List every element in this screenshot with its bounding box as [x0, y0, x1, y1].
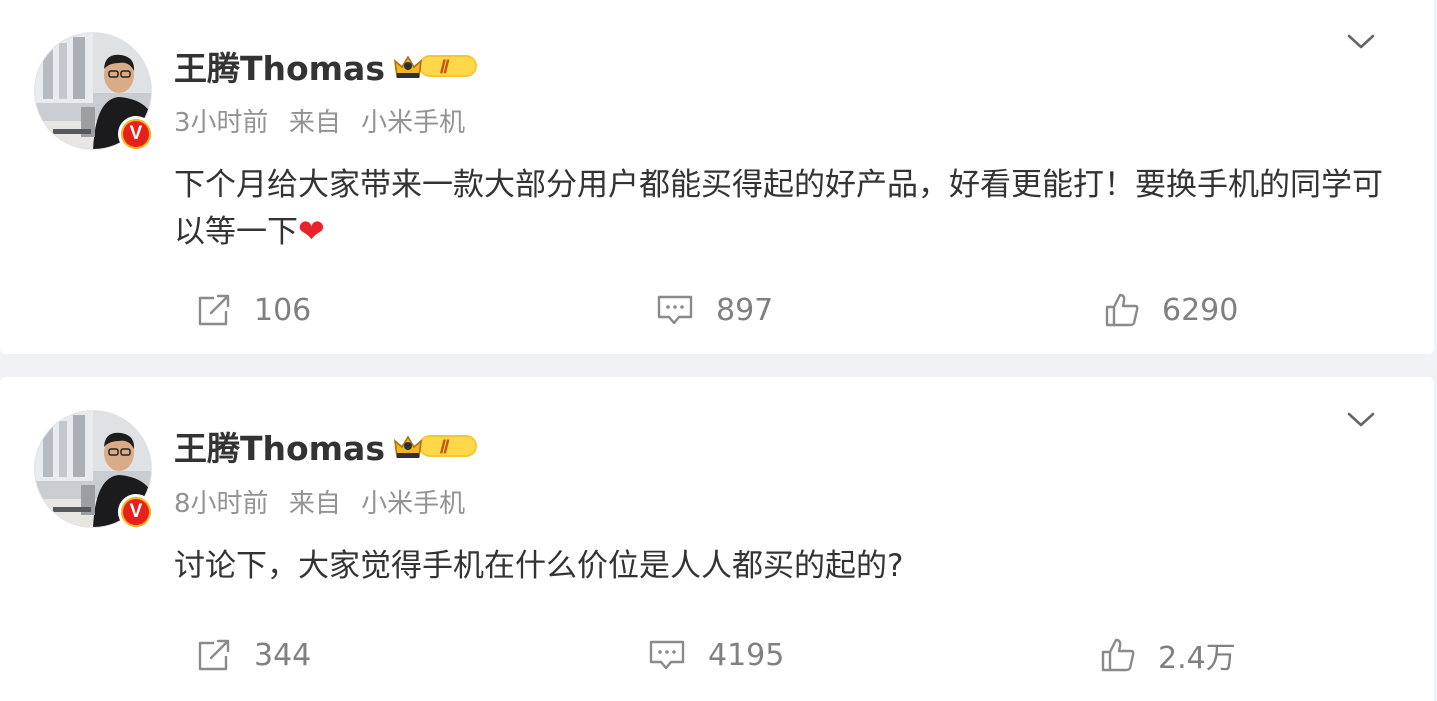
post-text-body: 下个月给大家带来一款大部分用户都能买得起的好产品，好看更能打！要换手机的同学可以… — [174, 167, 1383, 250]
author-avatar[interactable]: V — [34, 32, 154, 152]
author-name[interactable]: 王腾Thomas — [174, 422, 385, 470]
comment-count: 4195 — [708, 637, 785, 673]
repost-count: 106 — [254, 292, 312, 328]
verified-badge-letter: V — [123, 121, 149, 147]
like-count: 6290 — [1162, 292, 1239, 328]
more-chevron-icon[interactable] — [1346, 408, 1376, 432]
post-source[interactable]: 小米手机 — [361, 108, 465, 138]
repost-count: 344 — [254, 637, 312, 673]
more-chevron-icon[interactable] — [1346, 30, 1376, 54]
heart-emoji: ❤ — [298, 212, 325, 250]
post-card: V 王腾Thomas Ⅱ 8小时前 来自 小米手机 讨论下，大家觉得手机在什么价… — [0, 377, 1434, 701]
member-crown-icon[interactable]: Ⅱ — [393, 49, 481, 83]
verified-badge: V — [118, 116, 154, 152]
like-icon — [1104, 292, 1162, 328]
comment-button[interactable]: 897 — [656, 288, 773, 332]
verified-badge-letter: V — [123, 499, 149, 525]
author-name[interactable]: 王腾Thomas — [174, 42, 385, 90]
repost-icon — [196, 638, 254, 672]
like-button[interactable]: 6290 — [1104, 288, 1238, 332]
repost-icon — [196, 293, 254, 327]
post-meta: 8小时前 来自 小米手机 — [174, 483, 465, 520]
author-row: 王腾Thomas Ⅱ — [174, 424, 481, 468]
comment-icon — [648, 638, 708, 672]
post-text: 下个月给大家带来一款大部分用户都能买得起的好产品，好看更能打！要换手机的同学可以… — [174, 162, 1404, 255]
comment-button[interactable]: 4195 — [648, 633, 784, 677]
weibo-feed: V 王腾Thomas Ⅱ 3小时前 来自 小米手机 下个月给大家带来一款大部分用… — [0, 0, 1437, 701]
verified-badge: V — [118, 494, 154, 530]
like-count: 2.4万 — [1158, 641, 1236, 676]
action-bar: 344 4195 2.4万 — [0, 633, 1434, 677]
post-text-body: 讨论下，大家觉得手机在什么价位是人人都买的起的? — [174, 548, 904, 584]
action-bar: 106 897 6290 — [0, 288, 1434, 332]
post-time[interactable]: 3小时前 — [174, 108, 269, 138]
repost-button[interactable]: 106 — [196, 288, 311, 332]
post-card: V 王腾Thomas Ⅱ 3小时前 来自 小米手机 下个月给大家带来一款大部分用… — [0, 0, 1434, 354]
post-source[interactable]: 小米手机 — [361, 489, 465, 519]
author-avatar[interactable]: V — [34, 410, 154, 530]
comment-icon — [656, 293, 716, 327]
like-button[interactable]: 2.4万 — [1100, 633, 1236, 677]
comment-count: 897 — [716, 292, 774, 328]
post-meta: 3小时前 来自 小米手机 — [174, 102, 465, 139]
source-prefix: 来自 — [288, 489, 341, 519]
source-prefix: 来自 — [288, 108, 341, 138]
author-row: 王腾Thomas Ⅱ — [174, 44, 481, 88]
post-time[interactable]: 8小时前 — [174, 489, 269, 519]
member-crown-icon[interactable]: Ⅱ — [393, 429, 481, 463]
post-text: 讨论下，大家觉得手机在什么价位是人人都买的起的? — [174, 543, 1404, 589]
like-icon — [1100, 637, 1158, 673]
repost-button[interactable]: 344 — [196, 633, 311, 677]
